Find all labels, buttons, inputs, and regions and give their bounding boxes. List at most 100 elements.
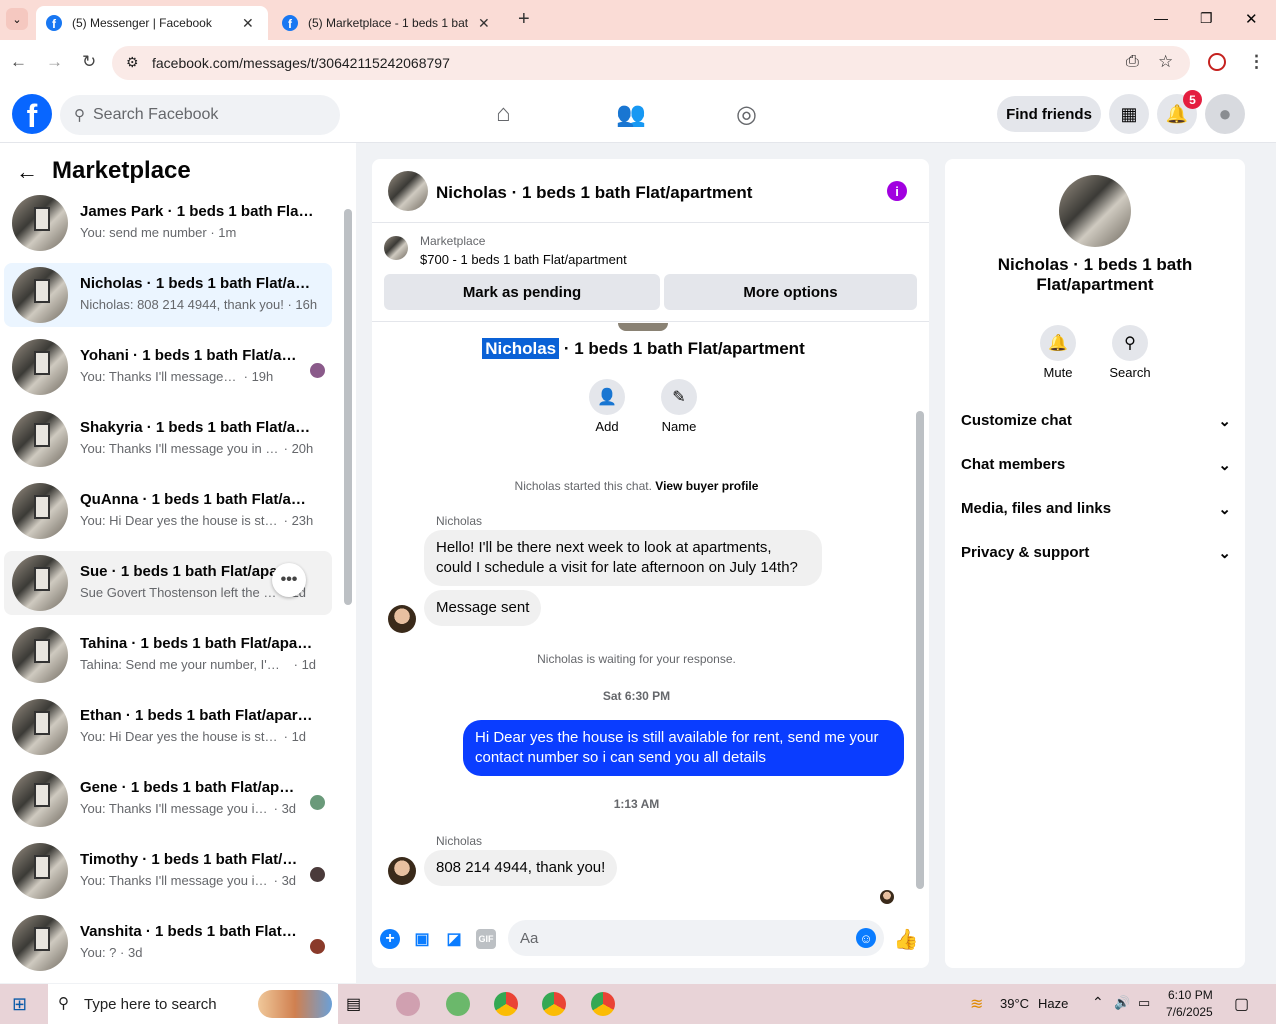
mute-bell-icon[interactable]: 🔔: [1040, 325, 1076, 361]
tray-chevron-up-icon[interactable]: ⌃: [1092, 994, 1104, 1011]
view-buyer-profile-link[interactable]: View buyer profile: [655, 479, 758, 493]
account-avatar[interactable]: ●: [1205, 94, 1245, 134]
conversation-item[interactable]: Shakyria · 1 beds 1 bath Flat/apa... You…: [4, 407, 332, 471]
message-input[interactable]: Aa ☺: [508, 920, 884, 956]
profile-icon[interactable]: [1208, 53, 1226, 71]
chrome-app-icon[interactable]: [494, 992, 518, 1016]
back-arrow-icon[interactable]: ←: [16, 159, 38, 185]
chat-title[interactable]: Nicholas · 1 beds 1 bath Flat/apartment: [436, 183, 752, 203]
conversation-item[interactable]: Gene · 1 beds 1 bath Flat/apar... You: T…: [4, 767, 332, 831]
tab-messenger[interactable]: f (5) Messenger | Facebook ✕: [36, 6, 268, 40]
info-icon[interactable]: i: [887, 181, 907, 201]
conversation-item[interactable]: Sue · 1 beds 1 bath Flat/apartment Sue G…: [4, 551, 332, 615]
address-bar[interactable]: ⚙ facebook.com/messages/t/30642115242068…: [112, 46, 1190, 80]
profile-avatar[interactable]: [1059, 175, 1131, 247]
privacy-support-section[interactable]: Privacy & support ⌄: [961, 544, 1231, 562]
friends-icon[interactable]: 👥: [616, 100, 646, 129]
preview-time: · 1d: [283, 729, 307, 744]
sender-avatar[interactable]: [388, 605, 416, 633]
my-message-bubble[interactable]: Hi Dear yes the house is still available…: [463, 720, 904, 776]
chat-avatar[interactable]: [388, 171, 428, 211]
conversation-item[interactable]: Ethan · 1 beds 1 bath Flat/apart... You:…: [4, 695, 332, 759]
search-icon[interactable]: ⚲: [1112, 325, 1148, 361]
emoji-icon[interactable]: ☺: [856, 928, 876, 948]
facebook-favicon-icon: f: [46, 15, 62, 31]
sidebar-scrollbar[interactable]: [344, 209, 352, 605]
chat-members-section[interactable]: Chat members ⌄: [961, 456, 1231, 474]
listing-title[interactable]: $700 - 1 beds 1 bath Flat/apartment: [420, 252, 627, 267]
message-bubble[interactable]: Hello! I'll be there next week to look a…: [424, 530, 822, 586]
facebook-logo[interactable]: f: [12, 94, 52, 134]
sticker-icon[interactable]: ◪: [444, 929, 464, 949]
tab-close-icon[interactable]: ✕: [478, 15, 490, 32]
conversation-item[interactable]: Timothy · 1 beds 1 bath Flat/a... You: T…: [4, 839, 332, 903]
forward-arrow-icon[interactable]: →: [46, 52, 63, 72]
reload-icon[interactable]: ↻: [82, 52, 96, 72]
listing-avatar: [12, 555, 68, 611]
clock-time[interactable]: 6:10 PM: [1168, 988, 1213, 1002]
conversation-item[interactable]: QuAnna · 1 beds 1 bath Flat/apar... You:…: [4, 479, 332, 543]
volume-icon[interactable]: 🔊: [1114, 995, 1130, 1011]
conversation-item[interactable]: Vanshita · 1 beds 1 bath Flat/a... You: …: [4, 911, 332, 975]
sender-avatar[interactable]: [388, 857, 416, 885]
mark-as-pending-button[interactable]: Mark as pending: [384, 274, 660, 310]
preview-text: You: Thanks I'll message you in ...: [80, 873, 270, 888]
clock-date[interactable]: 7/6/2025: [1166, 1005, 1213, 1019]
listing-avatar: [12, 195, 68, 251]
add-person-icon[interactable]: 👤: [589, 379, 625, 415]
back-arrow-icon[interactable]: ←: [10, 52, 27, 72]
customize-chat-section[interactable]: Customize chat ⌄: [961, 412, 1231, 430]
conversation-preview: You: Hi Dear yes the house is still ... …: [80, 513, 320, 528]
menu-grid-icon[interactable]: ▦: [1109, 94, 1149, 134]
tab-marketplace[interactable]: f (5) Marketplace - 1 beds 1 bath ✕: [272, 6, 504, 40]
conversation-name: Gene · 1 beds 1 bath Flat/apar...: [80, 779, 300, 796]
listing-thumbnail[interactable]: [384, 236, 408, 260]
conversation-preview: You: Thanks I'll message you in... · 19h: [80, 369, 320, 384]
whatsapp-app-icon[interactable]: [446, 992, 470, 1016]
attach-image-icon[interactable]: ▣: [412, 929, 432, 949]
browser-menu-icon[interactable]: ⋮: [1248, 52, 1265, 72]
close-window-button[interactable]: ✕: [1245, 10, 1258, 28]
edit-name-icon[interactable]: ✎: [661, 379, 697, 415]
site-settings-icon[interactable]: ⚙: [126, 54, 139, 71]
taskbar-search-input[interactable]: ⚲ Type here to search: [48, 984, 338, 1024]
restore-button[interactable]: ❐: [1200, 10, 1213, 27]
find-friends-button[interactable]: Find friends: [997, 96, 1101, 132]
media-files-section[interactable]: Media, files and links ⌄: [961, 500, 1231, 518]
preview-text: Nicholas: 808 214 4944, thank you!: [80, 297, 284, 312]
preview-time: · 3d: [273, 873, 297, 888]
conversation-item[interactable]: Tahina · 1 beds 1 bath Flat/apart... Tah…: [4, 623, 332, 687]
tab-close-icon[interactable]: ✕: [242, 15, 254, 32]
conversation-item[interactable]: James Park · 1 beds 1 bath Flat/a... You…: [4, 191, 332, 255]
paint-app-icon[interactable]: [396, 992, 420, 1016]
task-view-icon[interactable]: ▤: [346, 994, 361, 1014]
temperature[interactable]: 39°C: [1000, 996, 1029, 1011]
message-bubble[interactable]: Message sent: [424, 590, 542, 626]
tab-search-chevron-icon[interactable]: ⌄: [6, 8, 28, 30]
more-options-icon[interactable]: •••: [272, 563, 306, 597]
more-options-button[interactable]: More options: [664, 274, 917, 310]
conversation-item[interactable]: Yohani · 1 beds 1 bath Flat/apa... You: …: [4, 335, 332, 399]
section-label: Chat members: [961, 456, 1066, 473]
gif-icon[interactable]: GIF: [476, 929, 496, 949]
chrome-app-icon[interactable]: [591, 992, 615, 1016]
minimize-button[interactable]: —: [1154, 10, 1168, 26]
groups-icon[interactable]: ◎: [736, 100, 757, 129]
chrome-app-icon[interactable]: [542, 992, 566, 1016]
more-actions-plus-icon[interactable]: +: [380, 929, 400, 949]
new-tab-button[interactable]: +: [518, 8, 530, 31]
weather-label[interactable]: Haze: [1038, 996, 1068, 1011]
conversation-preview: Tahina: Send me your number, I'm i... · …: [80, 657, 320, 672]
install-app-icon[interactable]: ⎙: [1126, 53, 1139, 71]
network-icon[interactable]: ▭: [1138, 995, 1150, 1011]
notification-center-icon[interactable]: ▢: [1234, 994, 1249, 1014]
conversation-item[interactable]: Nicholas · 1 beds 1 bath Flat/apa... Nic…: [4, 263, 332, 327]
facebook-search-input[interactable]: ⚲ Search Facebook: [60, 95, 340, 135]
name-label: Name: [661, 419, 697, 434]
message-bubble[interactable]: 808 214 4944, thank you!: [424, 850, 618, 886]
home-icon[interactable]: ⌂: [496, 100, 511, 128]
chat-scrollbar[interactable]: [916, 411, 924, 889]
windows-start-icon[interactable]: ⊞: [12, 994, 27, 1015]
thumbs-up-icon[interactable]: 👍: [894, 929, 919, 951]
bookmark-star-icon[interactable]: ☆: [1158, 52, 1173, 72]
